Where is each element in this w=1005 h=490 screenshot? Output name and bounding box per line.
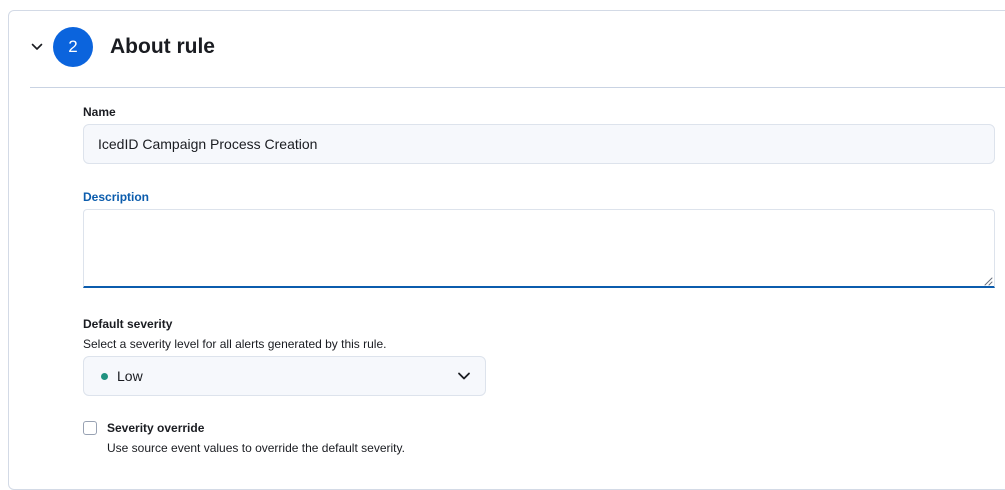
section-divider: [30, 87, 1005, 88]
section-title: About rule: [110, 35, 215, 58]
collapse-toggle-button[interactable]: [28, 38, 46, 56]
description-label: Description: [83, 190, 150, 204]
severity-selected-value: Low: [117, 368, 143, 384]
name-label: Name: [83, 105, 116, 119]
chevron-down-icon: [457, 369, 471, 383]
chevron-down-icon: [31, 43, 43, 50]
resize-handle-icon[interactable]: [983, 276, 993, 286]
severity-low-dot-icon: [101, 372, 108, 380]
name-input[interactable]: [83, 124, 995, 164]
step-number-badge: 2: [53, 27, 93, 67]
description-textarea[interactable]: [83, 209, 995, 288]
severity-override-help-text: Use source event values to override the …: [107, 441, 405, 455]
default-severity-help-text: Select a severity level for all alerts g…: [83, 337, 387, 351]
severity-override-label[interactable]: Severity override: [107, 420, 204, 436]
severity-override-checkbox[interactable]: [83, 421, 97, 435]
severity-select[interactable]: Low: [83, 356, 486, 396]
default-severity-label: Default severity: [83, 317, 173, 331]
